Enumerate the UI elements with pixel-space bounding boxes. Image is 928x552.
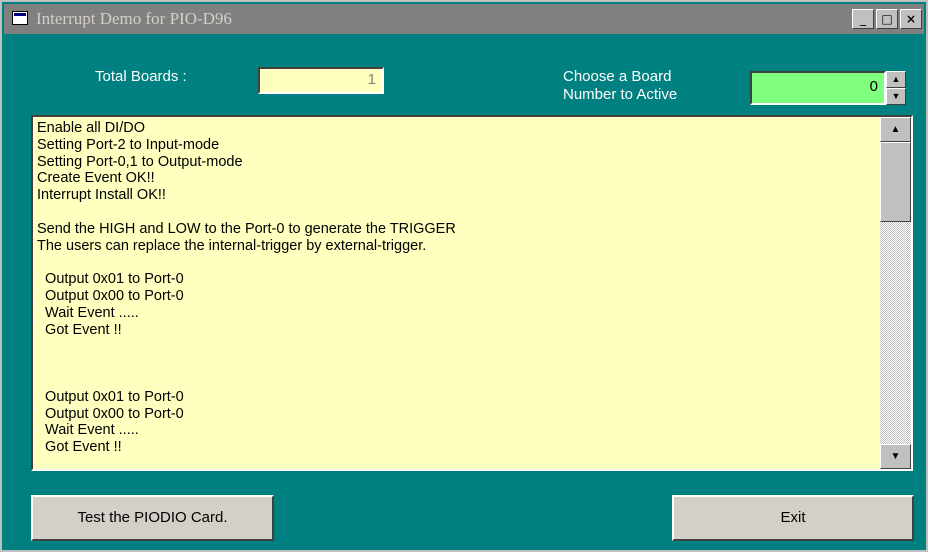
scroll-thumb[interactable] [880, 142, 911, 222]
log-line: Enable all DI/DO [37, 120, 145, 136]
maximize-button[interactable]: □ [876, 9, 898, 29]
board-number-field[interactable]: 0 [750, 71, 886, 105]
app-window-icon[interactable] [12, 11, 28, 25]
log-text: Enable all DI/DO Setting Port-2 to Input-… [37, 120, 882, 468]
vertical-scrollbar[interactable]: ▲ ▼ [880, 117, 911, 469]
spin-down-button[interactable]: ▼ [886, 88, 906, 105]
spin-up-icon: ▲ [891, 74, 901, 84]
app-window: Interrupt Demo for PIO-D96 _ □ × Total B… [0, 0, 928, 552]
window-title: Interrupt Demo for PIO-D96 [36, 9, 232, 28]
log-line: Got Event !! [37, 439, 122, 456]
choose-board-label-line1: Choose a Board [563, 68, 672, 85]
total-boards-field[interactable]: 1 [258, 67, 384, 94]
log-line: Wait Event ..... [37, 422, 139, 439]
spin-up-button[interactable]: ▲ [886, 71, 906, 88]
exit-button[interactable]: Exit [672, 495, 914, 541]
minimize-button[interactable]: _ [852, 9, 874, 29]
log-line: Output 0x01 to Port-0 [37, 388, 184, 405]
choose-board-label-line2: Number to Active [563, 86, 678, 103]
log-line: Setting Port-0,1 to Output-mode [37, 153, 243, 170]
log-line: Create Event OK!! [37, 170, 155, 187]
log-line: Wait Event ..... [37, 304, 139, 321]
log-line: Send the HIGH and LOW to the Port-0 to g… [37, 220, 456, 237]
test-piodio-button[interactable]: Test the PIODIO Card. [31, 495, 274, 541]
scroll-down-icon: ▼ [890, 451, 901, 462]
log-line: Got Event !! [37, 321, 122, 338]
close-button[interactable]: × [900, 9, 922, 29]
log-line: Output 0x00 to Port-0 [37, 287, 184, 304]
log-line: Setting Port-2 to Input-mode [37, 136, 220, 153]
scroll-up-button[interactable]: ▲ [880, 117, 911, 142]
scroll-up-icon: ▲ [890, 124, 901, 135]
log-line: Interrupt Install OK!! [37, 187, 166, 204]
log-line: The users can replace the internal-trigg… [37, 237, 427, 254]
exit-button-label: Exit [780, 509, 806, 526]
scroll-down-button[interactable]: ▼ [880, 444, 911, 469]
spin-down-icon: ▼ [891, 91, 901, 101]
title-bar[interactable]: Interrupt Demo for PIO-D96 _ □ × [4, 4, 924, 34]
log-textbox[interactable]: Enable all DI/DO Setting Port-2 to Input-… [31, 115, 913, 471]
test-piodio-button-label: Test the PIODIO Card. [77, 509, 228, 526]
total-boards-label: Total Boards : [95, 68, 187, 85]
log-line: Output 0x00 to Port-0 [37, 405, 184, 422]
log-line: Output 0x01 to Port-0 [37, 271, 184, 288]
